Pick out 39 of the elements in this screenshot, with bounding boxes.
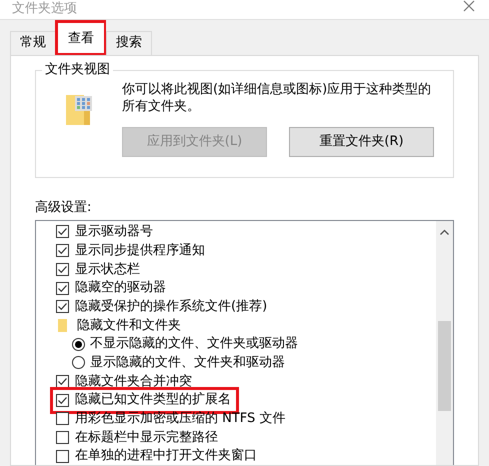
option-label: 不显示隐藏的文件、文件夹或驱动器 (90, 336, 298, 352)
tab[interactable]: 常规 (10, 31, 56, 55)
checkbox[interactable] (56, 412, 69, 426)
scrollbar[interactable] (436, 220, 453, 465)
option-label: 在单独的进程中打开文件夹窗口 (75, 448, 257, 464)
option-label: 显示同步提供程序通知 (75, 242, 205, 258)
option-label: 显示状态栏 (75, 262, 140, 278)
scroll-thumb[interactable] (438, 320, 451, 411)
radio-button[interactable] (72, 338, 85, 351)
checkbox[interactable] (56, 431, 69, 444)
option-label: 隐藏文件夹合并冲突 (75, 374, 192, 390)
checkbox[interactable] (56, 225, 69, 238)
checkbox[interactable] (56, 374, 69, 388)
option-label: 显示驱动器号 (75, 224, 153, 240)
checkbox[interactable] (56, 282, 69, 294)
checkbox[interactable] (56, 244, 69, 258)
description-text: 你可以将此视图(如详细信息或图标)应用于这种类型的所有文件夹。 (122, 81, 432, 115)
radio-button[interactable] (72, 356, 85, 370)
advanced-settings-label: 高级设置: (35, 200, 92, 216)
option-label: 隐藏文件和文件夹 (77, 318, 181, 334)
tab[interactable]: 查看 (58, 23, 104, 53)
group-title: 文件夹视图 (42, 62, 113, 78)
option-label: 隐藏已知文件类型的扩展名 (75, 392, 231, 408)
close-icon[interactable] (463, 0, 475, 12)
checkbox[interactable] (56, 394, 69, 407)
option-label: 用彩色显示加密或压缩的 NTFS 文件 (75, 411, 286, 427)
tab[interactable]: 搜索 (106, 31, 152, 55)
option-label: 在标题栏中显示完整路径 (75, 430, 218, 446)
folder-icon (66, 93, 92, 125)
checkbox[interactable] (56, 300, 69, 314)
window-title: 文件夹选项 (12, 1, 77, 17)
scroll-up-icon[interactable] (440, 228, 449, 235)
folder-icon (58, 318, 67, 332)
button[interactable]: 重置文件夹(R) (289, 127, 434, 157)
checkbox[interactable] (56, 450, 69, 463)
checkbox[interactable] (56, 262, 69, 276)
option-label: 隐藏空的驱动器 (75, 280, 166, 296)
option-label: 显示隐藏的文件、文件夹和驱动器 (90, 354, 285, 371)
option-label: 隐藏受保护的操作系统文件(推荐) (75, 298, 268, 314)
